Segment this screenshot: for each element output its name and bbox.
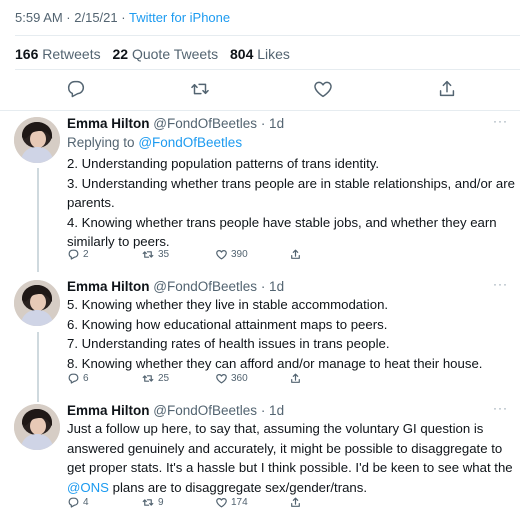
reply-count: 6 xyxy=(83,373,89,384)
share-button[interactable] xyxy=(289,248,302,261)
body-line: 6. Knowing how educational attainment ma… xyxy=(67,316,388,332)
avatar[interactable] xyxy=(14,117,60,163)
retweet-icon[interactable] xyxy=(189,78,211,100)
retweet-button[interactable]: 9 xyxy=(141,496,164,509)
body-line: 7. Understanding rates of health issues … xyxy=(67,336,390,351)
avatar[interactable] xyxy=(14,280,60,326)
reply-button[interactable]: 6 xyxy=(67,372,89,385)
body-line: 8. Knowing whether they can afford and/o… xyxy=(67,355,483,371)
share-icon xyxy=(291,373,300,383)
body-line: parents. xyxy=(67,195,115,210)
retweet-icon xyxy=(142,499,154,506)
reply-icon[interactable] xyxy=(65,78,87,100)
reply-time: · 1d xyxy=(260,403,285,418)
reply-action-bar: 6 25 360 xyxy=(67,372,327,386)
avatar[interactable] xyxy=(14,404,60,450)
quotes-label[interactable]: Quote Tweets xyxy=(132,46,218,62)
author-name[interactable]: Emma Hilton xyxy=(67,116,150,131)
author-handle[interactable]: @FondOfBeetles xyxy=(153,279,257,294)
likes-label[interactable]: Likes xyxy=(257,46,290,62)
engagement-stats: 166 Retweets 22 Quote Tweets 804 Likes xyxy=(15,46,290,62)
replying-to: Replying to @FondOfBeetles xyxy=(67,135,242,150)
share-button[interactable] xyxy=(289,496,302,509)
body-line: 4. Knowing whether trans people have sta… xyxy=(67,214,497,230)
body-line: 2. Understanding population patterns of … xyxy=(67,156,380,171)
divider xyxy=(15,69,520,70)
retweet-count: 25 xyxy=(158,373,170,384)
reply-button[interactable]: 2 xyxy=(67,248,89,261)
quotes-count[interactable]: 22 xyxy=(113,46,129,62)
reply-action-bar: 4 9 174 xyxy=(67,496,327,510)
retweet-icon xyxy=(142,251,154,258)
reply-icon xyxy=(68,497,79,508)
share-icon xyxy=(291,249,300,259)
retweet-button[interactable]: 25 xyxy=(141,372,169,385)
author-handle[interactable]: @FondOfBeetles xyxy=(153,403,257,418)
body-line-rest: plans are to disaggregate sex/gender/tra… xyxy=(108,479,368,495)
thread-line xyxy=(37,332,39,402)
reply-time: · 1d xyxy=(260,116,285,131)
divider xyxy=(0,110,520,111)
share-icon xyxy=(291,497,300,507)
reply-count: 4 xyxy=(83,497,89,508)
reply-header: Emma Hilton @FondOfBeetles · 1d xyxy=(67,116,284,131)
share-button[interactable] xyxy=(289,372,302,385)
body-line: 3. Understanding whether trans people ar… xyxy=(67,175,515,191)
reply-button[interactable]: 4 xyxy=(67,496,89,509)
divider xyxy=(15,35,520,36)
author-name[interactable]: Emma Hilton xyxy=(67,279,150,294)
main-action-bar xyxy=(0,78,520,102)
like-button[interactable]: 360 xyxy=(215,372,248,385)
body-line: 5. Knowing whether they live in stable a… xyxy=(67,297,389,312)
like-count: 390 xyxy=(231,249,248,260)
retweet-button[interactable]: 35 xyxy=(141,248,169,261)
reply-time: · 1d xyxy=(260,279,285,294)
retweets-count[interactable]: 166 xyxy=(15,46,38,62)
more-icon[interactable]: ··· xyxy=(493,114,508,128)
like-icon xyxy=(216,374,227,384)
body-line: @ONS plans are to disaggregate sex/gende… xyxy=(67,478,507,498)
thread-line xyxy=(37,168,39,272)
reply-body: 5. Knowing whether they live in stable a… xyxy=(67,295,507,373)
like-button[interactable]: 174 xyxy=(215,496,248,509)
reply-action-bar: 2 35 390 xyxy=(67,248,327,262)
reply-header: Emma Hilton @FondOfBeetles · 1d xyxy=(67,403,284,418)
like-icon xyxy=(216,498,227,508)
author-handle[interactable]: @FondOfBeetles xyxy=(153,116,257,131)
like-icon[interactable] xyxy=(312,78,334,100)
reply-body: Just a follow up here, to say that, assu… xyxy=(67,419,513,498)
body-line: answered genuinely and accurately, it mi… xyxy=(67,440,503,456)
tweet-meta: 5:59 AM · 2/15/21 · Twitter for iPhone xyxy=(15,10,230,25)
replying-to-handle[interactable]: @FondOfBeetles xyxy=(138,135,242,150)
share-icon[interactable] xyxy=(436,78,458,100)
like-count: 360 xyxy=(231,373,248,384)
reply-icon xyxy=(68,249,79,260)
ons-mention-link[interactable]: @ONS xyxy=(67,480,109,495)
body-line: get proper stats. It's a hassle but I th… xyxy=(67,460,513,475)
replying-to-label: Replying to xyxy=(67,135,135,150)
body-line: Just a follow up here, to say that, assu… xyxy=(67,421,484,436)
like-count: 174 xyxy=(231,497,248,508)
reply-body: 2. Understanding population patterns of … xyxy=(67,154,515,252)
reply-count: 2 xyxy=(83,249,89,260)
like-button[interactable]: 390 xyxy=(215,248,248,261)
author-name[interactable]: Emma Hilton xyxy=(67,403,150,418)
retweet-icon xyxy=(142,375,154,382)
more-icon[interactable]: ··· xyxy=(493,277,508,291)
more-icon[interactable]: ··· xyxy=(493,401,508,415)
reply-header: Emma Hilton @FondOfBeetles · 1d xyxy=(67,279,284,294)
tweet-source-link[interactable]: Twitter for iPhone xyxy=(129,10,230,25)
retweet-count: 9 xyxy=(158,497,164,508)
reply-icon xyxy=(68,373,79,384)
tweet-timestamp: 5:59 AM · 2/15/21 · xyxy=(15,10,126,25)
retweet-count: 35 xyxy=(158,249,170,260)
like-icon xyxy=(216,250,227,260)
likes-count[interactable]: 804 xyxy=(230,46,253,62)
retweets-label[interactable]: Retweets xyxy=(42,46,100,62)
